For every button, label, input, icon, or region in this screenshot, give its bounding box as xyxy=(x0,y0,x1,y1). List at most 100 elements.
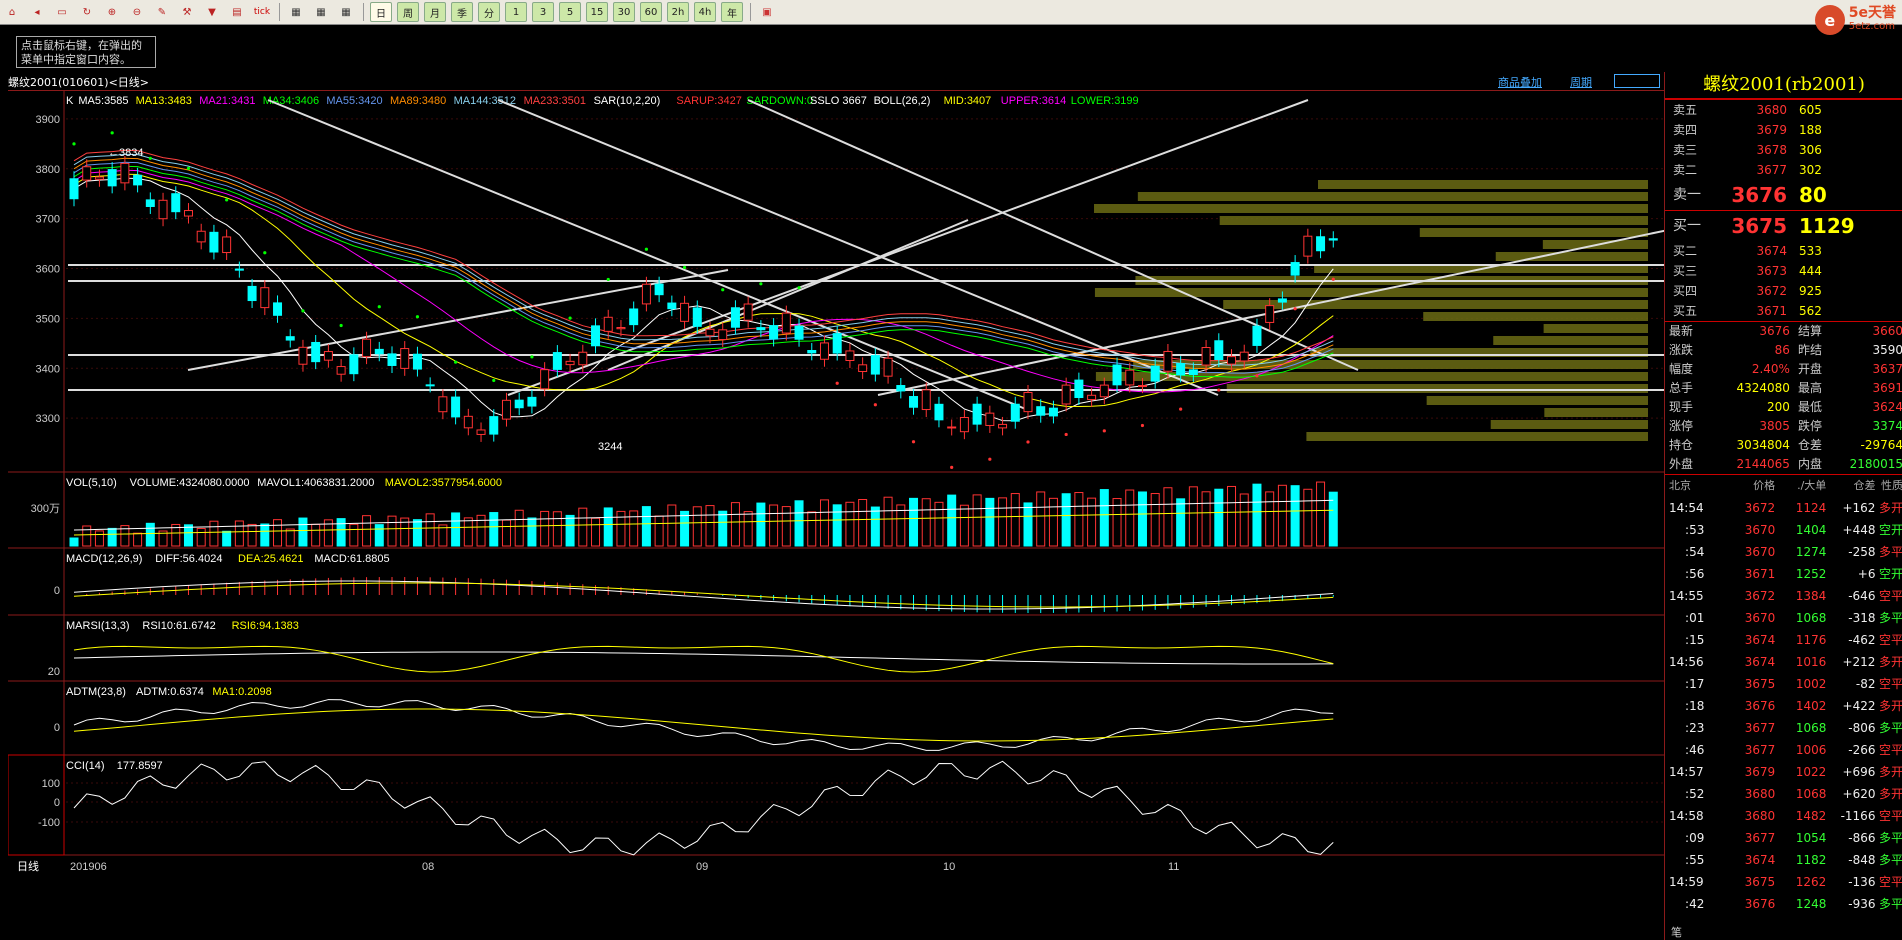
candle-body xyxy=(463,415,473,429)
candle-body xyxy=(769,325,779,340)
volume-bar xyxy=(756,502,766,547)
candle-body xyxy=(667,302,677,310)
tick-price: 3677 xyxy=(1744,721,1776,735)
bid-row: 买五 3671 562 xyxy=(1665,301,1902,321)
candle-body xyxy=(183,210,193,217)
tick-type: 多平 xyxy=(1878,545,1902,559)
period-button-8[interactable]: 15 xyxy=(586,2,608,22)
tick-row[interactable]: :46 3677 1006 -266 空平 xyxy=(1665,739,1902,761)
date-axis-label: 201906 xyxy=(70,861,107,873)
ask-label: 卖二 xyxy=(1673,163,1698,177)
stat-value: 3374 xyxy=(1872,419,1902,433)
tick-time: :01 xyxy=(1685,611,1705,625)
tool-button[interactable]: ⚒ xyxy=(177,3,197,21)
tick-row[interactable]: :56 3671 1252 +6 空开 xyxy=(1665,563,1902,585)
filter-button[interactable]: ▼ xyxy=(202,3,222,21)
tick-row[interactable]: :17 3675 1002 -82 空平 xyxy=(1665,673,1902,695)
volume-bar xyxy=(896,504,906,547)
period-button-6[interactable]: 3 xyxy=(532,2,554,22)
volume-bar xyxy=(425,513,435,547)
sar-dot xyxy=(339,323,343,328)
price-axis-label: 3600 xyxy=(36,264,60,276)
refresh-button[interactable]: ↻ xyxy=(77,3,97,21)
volume-bar xyxy=(183,524,193,547)
chart-view-button[interactable]: ▦ xyxy=(311,3,331,21)
tick-row[interactable]: :18 3676 1402 +422 多开 xyxy=(1665,695,1902,717)
period-button-3[interactable]: 季 xyxy=(451,2,473,22)
tick-row[interactable]: :15 3674 1176 -462 空平 xyxy=(1665,629,1902,651)
sar-dot xyxy=(530,355,534,359)
folder-button[interactable]: ▭ xyxy=(52,3,72,21)
period-button-10[interactable]: 60 xyxy=(640,2,662,22)
adtm-indicator-label: ADTM(23,8) xyxy=(66,686,126,698)
period-button-11[interactable]: 2h xyxy=(667,2,689,22)
bid-volume: 1129 xyxy=(1799,214,1855,238)
volume-bar xyxy=(1048,497,1058,547)
tick-volume: 1068 xyxy=(1795,787,1827,801)
tick-row[interactable]: :01 3670 1068 -318 多平 xyxy=(1665,607,1902,629)
tick-price: 3676 xyxy=(1744,897,1776,911)
volume-bar xyxy=(1074,492,1084,547)
zoom-in-button[interactable]: ⊕ xyxy=(102,3,122,21)
period-button-0[interactable]: 日 xyxy=(370,2,392,22)
period-button-4[interactable]: 分 xyxy=(478,2,500,22)
candle-body xyxy=(680,302,690,322)
home-button[interactable]: ⌂ xyxy=(2,3,22,21)
period-button-1[interactable]: 周 xyxy=(397,2,419,22)
tick-row[interactable]: 14:55 3672 1384 -646 空平 xyxy=(1665,585,1902,607)
tick-row[interactable]: :52 3680 1068 +620 多开 xyxy=(1665,783,1902,805)
tick-button[interactable]: tick xyxy=(252,3,272,21)
volume-bar xyxy=(1150,493,1160,547)
bid-price: 3675 xyxy=(1731,214,1787,238)
overlay-link[interactable]: 商品叠加 xyxy=(1498,74,1542,90)
candle-body xyxy=(451,396,461,418)
tick-position-change: +696 xyxy=(1842,765,1876,779)
tick-list[interactable]: 14:54 3672 1124 +162 多开:53 3670 1404 +448 空开:54 3… xyxy=(1665,497,1902,915)
back-button[interactable]: ◂ xyxy=(27,3,47,21)
tick-row[interactable]: 14:58 3680 1482 -1166 空平 xyxy=(1665,805,1902,827)
tick-type: 多开 xyxy=(1878,787,1902,801)
tick-row[interactable]: 14:59 3675 1262 -136 空平 xyxy=(1665,871,1902,893)
stat-value: 3660 xyxy=(1872,324,1902,338)
ask-row: 卖五 3680 605 xyxy=(1665,100,1902,120)
window-controls-icon[interactable] xyxy=(1614,74,1660,88)
pen-button[interactable]: ✎ xyxy=(152,3,172,21)
tick-row[interactable]: 14:57 3679 1022 +696 多开 xyxy=(1665,761,1902,783)
tick-row[interactable]: :09 3677 1054 -866 多平 xyxy=(1665,827,1902,849)
period-button-5[interactable]: 1 xyxy=(505,2,527,22)
tick-volume: 1124 xyxy=(1795,501,1827,515)
stat-key: 总手 xyxy=(1669,381,1694,395)
period-button-2[interactable]: 月 xyxy=(424,2,446,22)
tick-position-change: +422 xyxy=(1842,699,1876,713)
candle-body xyxy=(870,355,880,375)
tick-row[interactable]: :42 3676 1248 -936 多平 xyxy=(1665,893,1902,915)
ask-row: 卖四 3679 188 xyxy=(1665,120,1902,140)
list-view-button[interactable]: ▦ xyxy=(286,3,306,21)
tick-volume: 1262 xyxy=(1795,875,1827,889)
sar-dot xyxy=(225,198,229,202)
kline-chart-area[interactable]: 螺纹2001(010601)<日线> 商品叠加 周期 3900 3800 3700 3… xyxy=(8,72,1664,940)
tick-row[interactable]: 14:54 3672 1124 +162 多开 xyxy=(1665,497,1902,519)
tick-row[interactable]: :54 3670 1274 -258 多平 xyxy=(1665,541,1902,563)
candle-body xyxy=(909,396,919,408)
tick-row[interactable]: :53 3670 1404 +448 空开 xyxy=(1665,519,1902,541)
period-button-9[interactable]: 30 xyxy=(613,2,635,22)
period-button-12[interactable]: 4h xyxy=(694,2,716,22)
tick-time: :56 xyxy=(1685,567,1705,581)
tick-position-change: -318 xyxy=(1848,611,1876,625)
period-link[interactable]: 周期 xyxy=(1570,74,1592,90)
news-button[interactable]: ▤ xyxy=(227,3,247,21)
ask-label: 卖一 xyxy=(1673,187,1701,203)
tick-row[interactable]: 14:56 3674 1016 +212 多开 xyxy=(1665,651,1902,673)
calendar-icon[interactable]: ▣ xyxy=(757,3,777,21)
tick-row[interactable]: :23 3677 1068 -806 多平 xyxy=(1665,717,1902,739)
sar-dot xyxy=(263,251,267,255)
bid-label: 买三 xyxy=(1673,264,1698,278)
period-button-7[interactable]: 5 xyxy=(559,2,581,22)
main-indicator-label: BOLL(26,2) xyxy=(874,95,931,107)
tick-row[interactable]: :55 3674 1182 -848 多平 xyxy=(1665,849,1902,871)
price-axis-label: 3300 xyxy=(36,413,60,425)
period-button-13[interactable]: 年 xyxy=(721,2,743,22)
window-view-button[interactable]: ▦ xyxy=(336,3,356,21)
zoom-out-button[interactable]: ⊖ xyxy=(127,3,147,21)
